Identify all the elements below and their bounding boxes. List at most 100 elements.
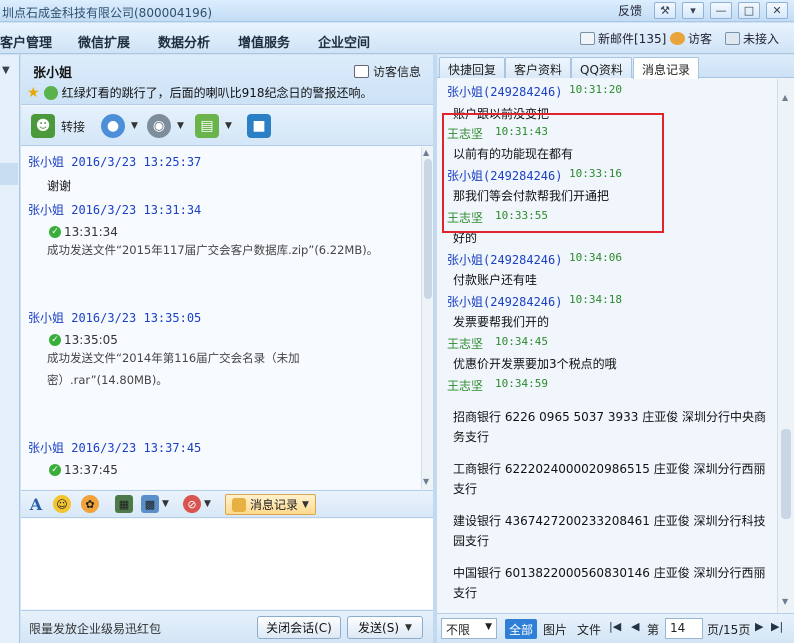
- minimize-icon[interactable]: —: [710, 2, 732, 19]
- chevron-down-icon[interactable]: ▼: [485, 622, 492, 632]
- file-sent-status: ✓ 13:37:45: [49, 463, 118, 477]
- record-icon: [232, 497, 246, 512]
- file-sent-status: ✓ 13:35:05: [49, 333, 118, 347]
- prev-page-icon[interactable]: ◀: [631, 620, 639, 633]
- message-record-button[interactable]: 消息记录 ▼: [225, 494, 316, 515]
- page-total: 页/15页: [707, 623, 751, 637]
- scroll-down-icon[interactable]: ▼: [782, 597, 788, 606]
- bank-account-text: 中国银行 6013822000560830146 庄亚俊 深圳分行西丽支行: [453, 566, 766, 600]
- check-icon: ✓: [49, 464, 61, 476]
- chevron-down-icon[interactable]: ▼: [302, 500, 309, 510]
- promo-text[interactable]: 限量发放企业级易迅红包: [29, 620, 161, 637]
- filter-images[interactable]: 图片: [539, 619, 571, 639]
- file-sent-time: 13:35:05: [64, 333, 118, 347]
- message-scrollbar[interactable]: ▲ ▼: [421, 147, 433, 489]
- magic-emoji-button[interactable]: ✿: [81, 495, 99, 513]
- emoji-button[interactable]: ☺: [53, 495, 71, 513]
- visitor-button[interactable]: 访客: [670, 30, 712, 47]
- sidebar-selected-item[interactable]: [0, 163, 18, 185]
- right-panel: 快捷回复 客户资料 QQ资料 消息记录 张小姐(249284246) 10:31…: [437, 55, 794, 643]
- filter-files[interactable]: 文件: [573, 619, 605, 639]
- history-text: 发票要帮我们开的: [453, 315, 550, 329]
- message-area: 张小姐 2016/3/23 13:25:37 谢谢 张小姐 2016/3/23 …: [21, 147, 421, 489]
- close-session-button[interactable]: 关闭会话(C): [257, 616, 341, 639]
- scroll-down-icon[interactable]: ▼: [423, 477, 429, 486]
- visitor-info-label: 访客信息: [372, 65, 421, 79]
- history-time: 10:34:06: [569, 251, 622, 264]
- send-button[interactable]: 发送(S) ▼: [347, 616, 423, 639]
- menu-value-added[interactable]: 增值服务: [238, 32, 290, 51]
- chevron-down-icon[interactable]: ▼: [405, 623, 412, 633]
- font-button[interactable]: A: [27, 494, 45, 514]
- file-sent-status: ✓ 13:31:34: [49, 225, 118, 239]
- status-text: 红绿灯看的跳行了，后面的喇叭比918纪念日的警报还响。: [61, 86, 373, 100]
- page-label: 第: [647, 623, 660, 637]
- send-label: 发送(S): [358, 621, 400, 635]
- wrench-icon[interactable]: ⚒: [654, 2, 676, 19]
- history-scrollbar[interactable]: ▲ ▼: [777, 79, 794, 613]
- scroll-up-icon[interactable]: ▲: [423, 148, 429, 157]
- message-record-label: 消息记录: [250, 498, 299, 512]
- feedback-link[interactable]: 反馈: [618, 2, 642, 19]
- magic-face-icon: ✿: [81, 495, 99, 513]
- message-sender: 张小姐 2016/3/23 13:31:34: [28, 203, 202, 217]
- message-sender: 张小姐 2016/3/23 13:25:37: [28, 155, 202, 169]
- transfer-button[interactable]: ☻ 转接: [31, 114, 85, 138]
- new-mail-button[interactable]: 新邮件[135]: [580, 30, 666, 47]
- menu-wechat-extension[interactable]: 微信扩展: [78, 32, 130, 51]
- chevron-down-icon[interactable]: ▼: [225, 121, 232, 131]
- chevron-down-icon[interactable]: ▼: [162, 499, 169, 509]
- filter-all[interactable]: 全部: [505, 619, 538, 639]
- history-time: 10:31:20: [569, 83, 622, 96]
- history-time: 10:34:59: [495, 377, 548, 390]
- webcam-icon: ●: [101, 114, 125, 138]
- webcam-button[interactable]: ● ▼: [101, 114, 138, 138]
- shake-button[interactable]: ⊘ ▼: [183, 495, 211, 513]
- font-icon: A: [29, 494, 43, 514]
- star-icon: ★: [27, 84, 40, 101]
- menu-bar: 客户管理 微信扩展 数据分析 增值服务 企业空间 新邮件[135] 访客 未接入: [0, 23, 794, 54]
- first-page-icon[interactable]: |◀: [609, 620, 621, 633]
- visitor-label: 访客: [688, 32, 713, 46]
- screen-share-icon: ■: [247, 114, 271, 138]
- message-sender: 张小姐 2016/3/23 13:37:45: [28, 441, 202, 455]
- menu-data-analysis[interactable]: 数据分析: [158, 32, 210, 51]
- chevron-down-icon[interactable]: ▼: [2, 65, 10, 76]
- range-select[interactable]: 不限 ▼: [441, 618, 497, 639]
- input-toolbar: A ☺ ✿ ▦ ▩ ▼ ⊘ ▼ 消息记录 ▼: [21, 490, 433, 518]
- tab-customer-info[interactable]: 客户资料: [505, 57, 572, 78]
- tab-message-record[interactable]: 消息记录: [633, 57, 700, 79]
- not-connected-button[interactable]: 未接入: [725, 30, 779, 47]
- screen-share-button[interactable]: ■: [247, 114, 271, 138]
- tab-qq-info[interactable]: QQ资料: [571, 57, 632, 78]
- scrollbar-thumb[interactable]: [424, 159, 432, 299]
- chevron-down-icon[interactable]: ▼: [131, 121, 138, 131]
- screenshot-button[interactable]: ▩ ▼: [141, 495, 169, 513]
- file-sent-time: 13:31:34: [64, 225, 118, 239]
- bank-account-text: 招商银行 6226 0965 5037 3933 庄亚俊 深圳分行中央商务支行: [453, 410, 767, 444]
- contact-name: 张小姐: [33, 66, 73, 81]
- last-page-icon[interactable]: ▶|: [771, 620, 783, 633]
- not-connected-label: 未接入: [743, 32, 780, 46]
- shake-icon: ⊘: [183, 495, 201, 513]
- history-sender: 张小姐(249284246): [447, 253, 563, 267]
- menu-customer-management[interactable]: 客户管理: [0, 32, 52, 51]
- visitor-info-button[interactable]: 访客信息: [353, 63, 421, 80]
- scrollbar-thumb[interactable]: [781, 429, 791, 519]
- dropdown-icon[interactable]: ▾: [682, 2, 704, 19]
- chevron-down-icon[interactable]: ▼: [204, 499, 211, 509]
- microphone-button[interactable]: ◉ ▼: [147, 114, 184, 138]
- next-page-icon[interactable]: ▶: [755, 620, 763, 633]
- menu-enterprise-space[interactable]: 企业空间: [318, 32, 370, 51]
- image-button[interactable]: ▦: [115, 495, 133, 513]
- chat-bottom-bar: 限量发放企业级易迅红包 关闭会话(C) 发送(S) ▼: [21, 610, 433, 643]
- maximize-icon[interactable]: □: [738, 2, 760, 19]
- scroll-up-icon[interactable]: ▲: [782, 93, 788, 102]
- close-icon[interactable]: ✕: [766, 2, 788, 19]
- message-input[interactable]: [21, 519, 433, 609]
- chevron-down-icon[interactable]: ▼: [177, 121, 184, 131]
- page-input[interactable]: 14: [665, 618, 703, 639]
- folder-button[interactable]: ▤ ▼: [195, 114, 232, 138]
- tab-quick-reply[interactable]: 快捷回复: [439, 57, 506, 78]
- microphone-icon: ◉: [147, 114, 171, 138]
